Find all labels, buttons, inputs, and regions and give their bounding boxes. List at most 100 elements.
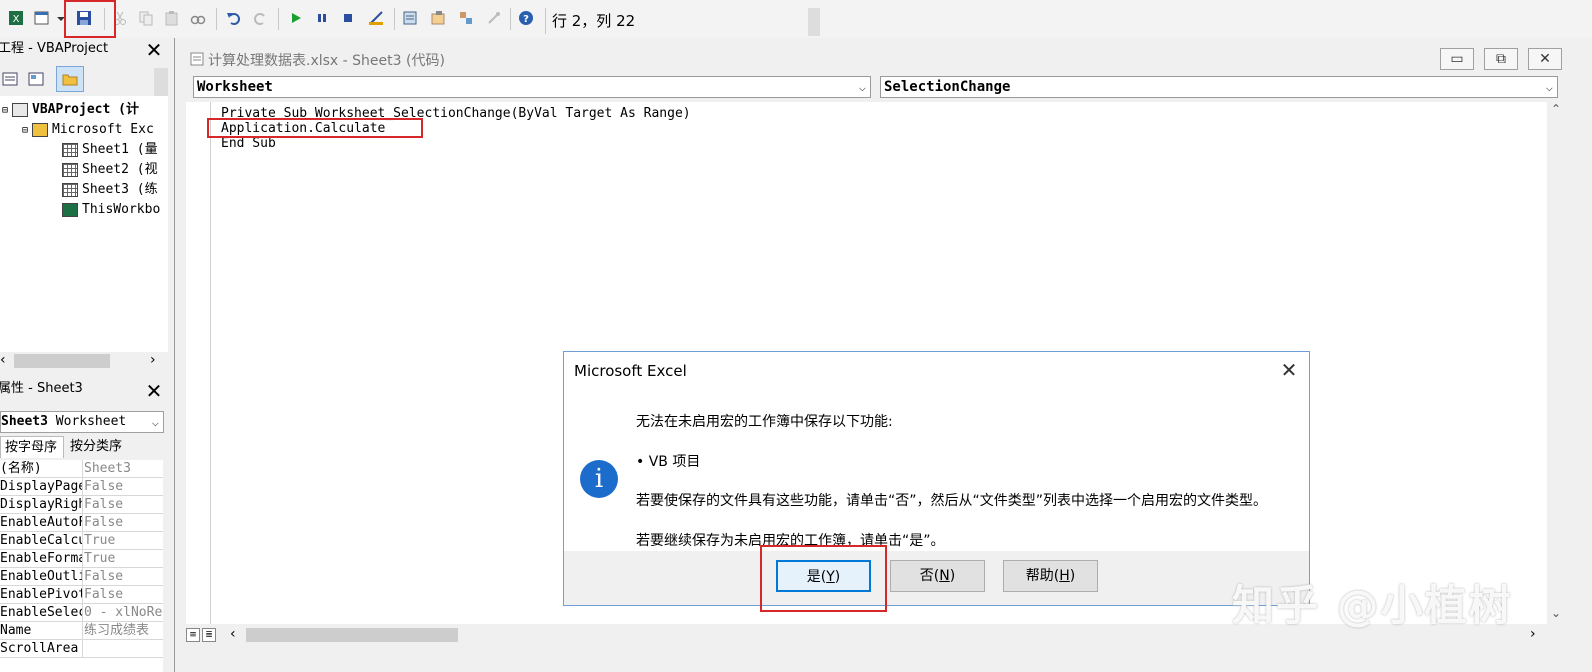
project-hscrollbar[interactable]: ‹ › (0, 352, 168, 370)
code-vscrollbar[interactable]: ⌃ ⌄ (1548, 102, 1566, 624)
code-line[interactable]: End Sub (221, 136, 276, 151)
object-combo-value: Worksheet (197, 79, 273, 95)
workbook-icon (62, 202, 78, 217)
worksheet-icon (62, 182, 78, 197)
tab-categorized[interactable]: 按分类序 (66, 436, 134, 458)
worksheet-icon (62, 142, 78, 157)
svg-text:X: X (13, 14, 20, 25)
tree-item-sheet1[interactable]: Sheet1 (量 (62, 140, 158, 160)
project-explorer-title-text: 工程 - VBAProject (0, 41, 109, 56)
folder-icon (32, 122, 49, 137)
cursor-position-readout: 行 2，列 22 (545, 8, 807, 34)
redo-icon[interactable] (252, 10, 268, 26)
property-row[interactable]: EnableAutoF False (0, 514, 163, 532)
chevron-left-icon[interactable]: ‹ (0, 352, 6, 368)
dialog-message-line: 无法在未启用宏的工作簿中保存以下功能: (636, 414, 893, 430)
project-explorer-icon[interactable] (402, 10, 418, 26)
full-module-view-button[interactable]: ≣ (202, 628, 216, 642)
chevron-down-icon[interactable]: ⌵ (859, 77, 866, 97)
tree-item-sheet3[interactable]: Sheet3 (练 (62, 180, 158, 200)
close-code-window-button[interactable]: ✕ (1528, 48, 1562, 70)
chevron-right-icon[interactable]: › (150, 352, 156, 368)
scroll-thumb[interactable] (14, 354, 110, 368)
run-icon[interactable] (288, 10, 304, 26)
paste-icon[interactable] (164, 10, 180, 26)
scroll-thumb[interactable] (246, 628, 458, 642)
tree-item-label: Sheet2 (视 (82, 162, 158, 177)
view-code-icon[interactable] (2, 72, 18, 86)
property-row[interactable]: EnableCalcu True (0, 532, 163, 550)
design-mode-icon[interactable] (368, 10, 384, 26)
chevron-left-icon[interactable]: ‹ (230, 626, 236, 642)
help-icon[interactable]: ? (518, 10, 534, 26)
tree-item-excel-objects[interactable]: ⊟ Microsoft Exc (22, 120, 154, 140)
project-vscroll-up[interactable] (154, 68, 168, 96)
close-project-explorer-button[interactable]: ✕ (144, 40, 164, 60)
property-row[interactable]: (名称) Sheet3 (0, 460, 163, 478)
chevron-down-icon[interactable]: ⌵ (1546, 77, 1553, 97)
tree-item-sheet2[interactable]: Sheet2 (视 (62, 160, 158, 180)
property-row[interactable]: Name 练习成绩表 (0, 622, 163, 640)
properties-title-text: 属性 - Sheet3 (0, 381, 83, 396)
tab-alphabetic[interactable]: 按字母序 (0, 436, 64, 458)
property-row[interactable]: DisplayRigh False (0, 496, 163, 514)
chevron-down-icon[interactable]: ⌄ (1551, 606, 1561, 620)
properties-title: 属性 - Sheet3 (0, 378, 168, 402)
properties-icon[interactable] (430, 10, 446, 26)
object-combo[interactable]: Worksheet ⌵ (193, 76, 871, 98)
project-explorer-title: 工程 - VBAProject (0, 38, 168, 62)
property-row[interactable]: DisplayPage False (0, 478, 163, 496)
project-explorer-toolbar (0, 64, 168, 96)
chevron-right-icon[interactable]: › (1530, 626, 1536, 642)
tree-item-label: Sheet1 (量 (82, 142, 158, 157)
object-browser-icon[interactable] (458, 10, 474, 26)
procedure-combo[interactable]: SelectionChange ⌵ (880, 76, 1558, 98)
no-button[interactable]: 否(N) (890, 560, 985, 592)
tree-item-thisworkbook[interactable]: ThisWorkbo (62, 200, 160, 220)
tree-item-vbaproject[interactable]: ⊟ VBAProject (计 (2, 100, 139, 120)
procedure-view-button[interactable]: ≡ (186, 628, 200, 642)
tree-item-label: ThisWorkbo (82, 202, 161, 217)
code-margin[interactable] (186, 102, 210, 624)
chevron-up-icon[interactable]: ⌃ (1551, 102, 1561, 116)
undo-icon[interactable] (226, 10, 242, 26)
tree-item-label: VBAProject (计 (32, 102, 139, 117)
tree-item-label: Microsoft Exc (52, 122, 154, 137)
svg-text:?: ? (523, 14, 529, 25)
object-type: Worksheet (55, 414, 127, 429)
property-row[interactable]: ScrollArea (0, 640, 163, 658)
minimize-button[interactable]: ▭ (1440, 48, 1474, 70)
break-icon[interactable] (314, 10, 330, 26)
dialog-message-bullet: • VB 项目 (636, 454, 701, 470)
properties-object-select[interactable]: Sheet3 Worksheet ⌵ (0, 411, 164, 433)
object-name: Sheet3 (1, 414, 48, 429)
info-icon: i (580, 460, 618, 498)
property-row[interactable]: EnableForma True (0, 550, 163, 568)
restore-button[interactable]: ⧉ (1484, 48, 1518, 70)
property-row[interactable]: EnablePivot False (0, 586, 163, 604)
help-button[interactable]: 帮助(H) (1003, 560, 1098, 592)
folder-icon (62, 74, 78, 86)
reset-icon[interactable] (340, 10, 356, 26)
insert-userform-icon[interactable] (34, 10, 50, 26)
property-row[interactable]: EnableOutli False (0, 568, 163, 586)
properties-grid: (名称) Sheet3 DisplayPage False DisplayRigh F… (0, 460, 163, 672)
toolbox-icon[interactable] (486, 10, 502, 26)
dialog-message-line: 若要使保存的文件具有这些功能，请单击“否”，然后从“文件类型”列表中选择一个启用… (636, 493, 1268, 509)
code-window-icon (190, 52, 204, 66)
project-tree: ⊟ VBAProject (计 ⊟ Microsoft Exc Sheet1 (量 … (0, 96, 168, 352)
find-icon[interactable] (190, 10, 206, 26)
highlight-code-line (207, 118, 423, 138)
toggle-folders-button[interactable] (56, 66, 84, 92)
close-properties-button[interactable]: ✕ (144, 381, 164, 401)
dialog-close-button[interactable]: ✕ (1278, 359, 1300, 381)
watermark: 知乎 @小植树 (1232, 581, 1513, 630)
excel-icon[interactable]: X (8, 10, 24, 26)
toolbar-overflow-handle[interactable] (808, 8, 820, 36)
properties-tabs: 按字母序 按分类序 (0, 436, 168, 458)
vbaproject-icon (12, 102, 29, 117)
property-row[interactable]: EnableSelec 0 - xlNoRe (0, 604, 163, 622)
view-object-icon[interactable] (28, 72, 44, 86)
copy-icon[interactable] (138, 10, 154, 26)
chevron-down-icon[interactable]: ⌵ (152, 412, 159, 432)
